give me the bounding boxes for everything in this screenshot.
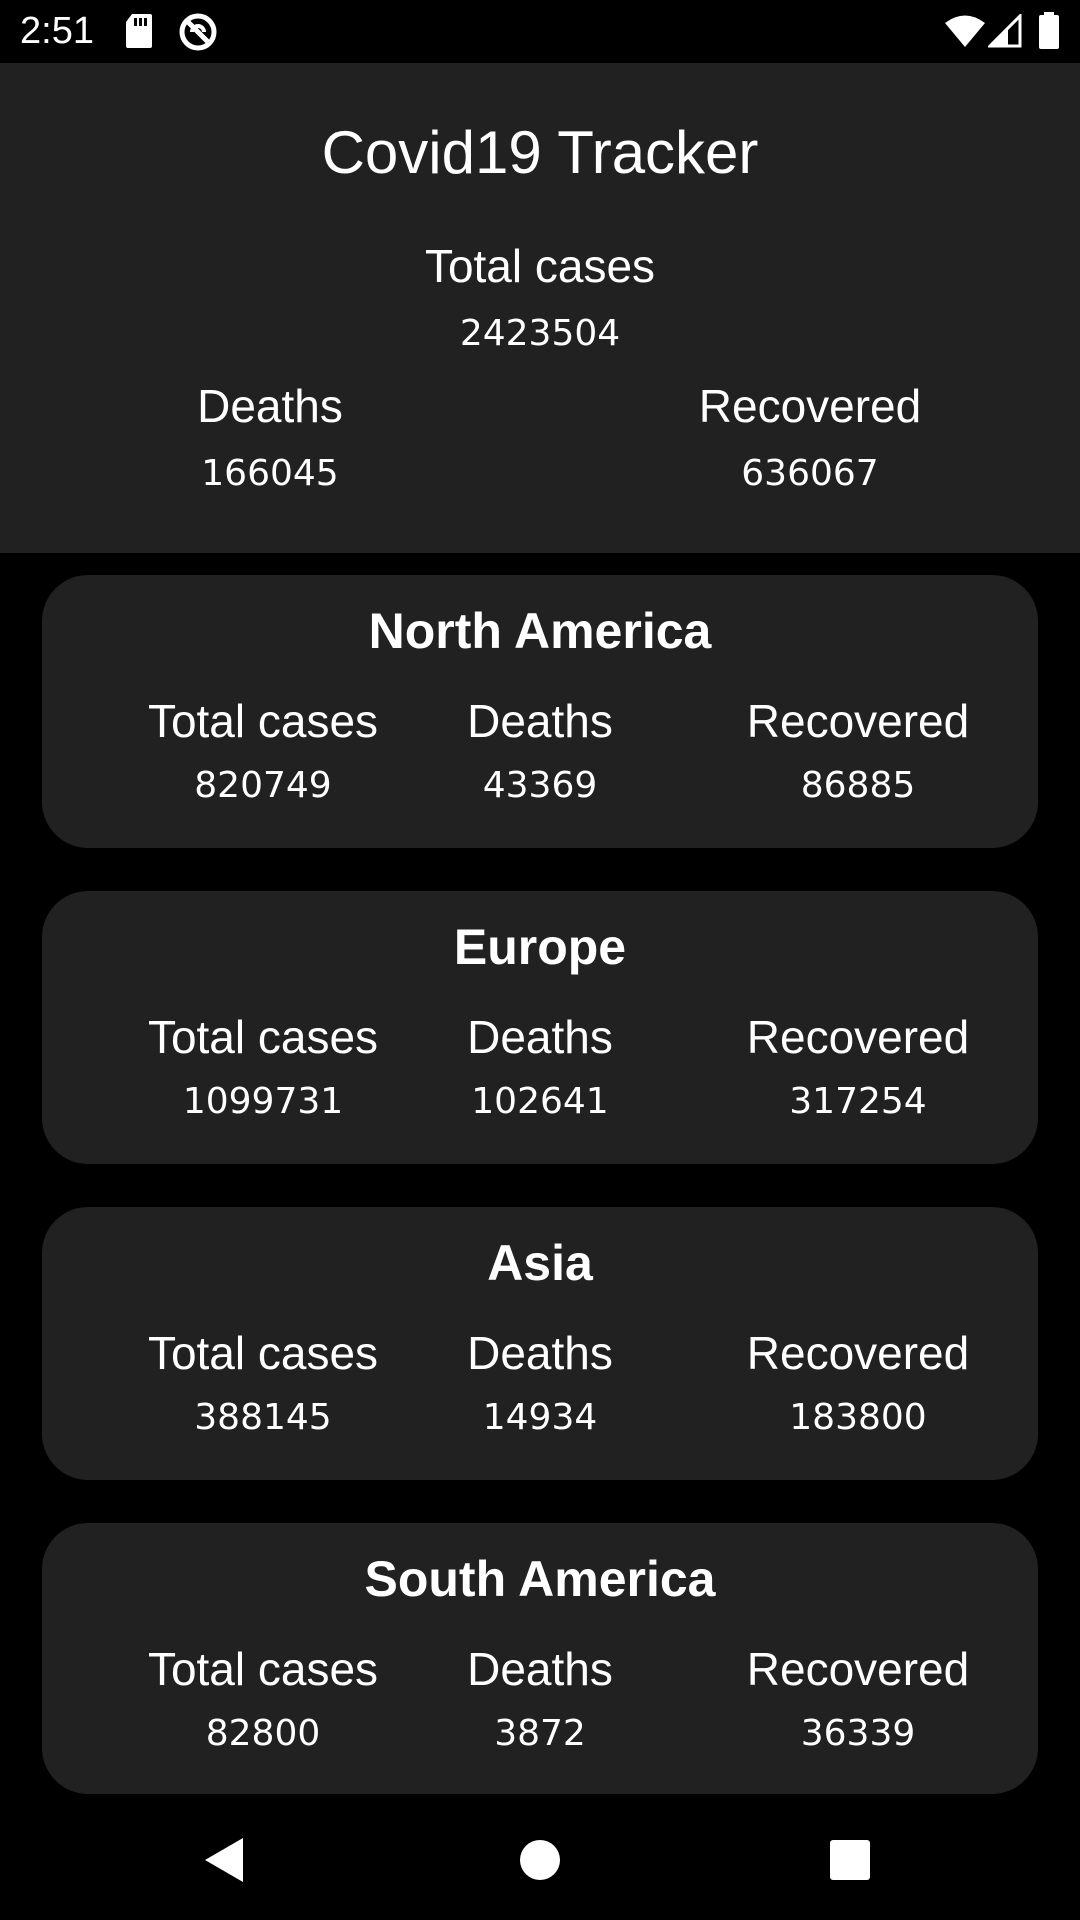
stat-label: Deaths xyxy=(467,695,613,747)
continent-card-asia[interactable]: Asia Total cases 388145 Deaths 14934 Rec… xyxy=(42,1207,1038,1480)
stat-label: Total cases xyxy=(147,1327,379,1379)
stat-label: Total cases xyxy=(147,1643,379,1695)
stat-label: Recovered xyxy=(746,1011,970,1063)
stat-recovered: Recovered 86885 xyxy=(698,575,1018,848)
stat-value: 3872 xyxy=(494,1713,586,1754)
stat-label: Recovered xyxy=(746,695,970,747)
stat-value: 102641 xyxy=(471,1081,609,1122)
stat-label: Deaths xyxy=(467,1011,613,1063)
stat-recovered: Recovered 317254 xyxy=(698,891,1018,1164)
sd-card-icon xyxy=(124,12,154,50)
stat-deaths: Deaths 14934 xyxy=(380,1207,700,1480)
stat-deaths: Deaths 43369 xyxy=(380,575,700,848)
global-total-label: Total cases xyxy=(424,240,656,292)
stat-label: Deaths xyxy=(467,1327,613,1379)
stat-total-cases: Total cases 82800 xyxy=(103,1523,423,1796)
global-summary-panel: Covid19 Tracker Total cases 2423504 Deat… xyxy=(0,63,1080,553)
stat-recovered: Recovered 183800 xyxy=(698,1207,1018,1480)
home-icon[interactable] xyxy=(510,1830,570,1890)
stat-label: Total cases xyxy=(147,1011,379,1063)
stat-total-cases: Total cases 1099731 xyxy=(103,891,423,1164)
stat-value: 36339 xyxy=(800,1713,916,1754)
stat-value: 14934 xyxy=(482,1397,598,1438)
continent-card-south-america[interactable]: South America Total cases 82800 Deaths 3… xyxy=(42,1523,1038,1794)
global-recovered-label: Recovered xyxy=(698,380,922,432)
stat-value: 388145 xyxy=(194,1397,332,1438)
battery-icon xyxy=(1038,12,1060,50)
stat-value: 1099731 xyxy=(182,1081,344,1122)
stat-label: Deaths xyxy=(467,1643,613,1695)
stat-deaths: Deaths 3872 xyxy=(380,1523,700,1796)
global-recovered-value: 636067 xyxy=(741,453,879,494)
stat-value: 317254 xyxy=(789,1081,927,1122)
stat-recovered: Recovered 36339 xyxy=(698,1523,1018,1796)
stat-total-cases: Total cases 388145 xyxy=(103,1207,423,1480)
stat-label: Total cases xyxy=(147,695,379,747)
signal-icon xyxy=(988,14,1022,52)
wifi-icon xyxy=(944,14,986,52)
stat-deaths: Deaths 102641 xyxy=(380,891,700,1164)
global-deaths-value: 166045 xyxy=(201,453,339,494)
stat-value: 82800 xyxy=(205,1713,321,1754)
stat-value: 820749 xyxy=(194,765,332,806)
continent-card-north-america[interactable]: North America Total cases 820749 Deaths … xyxy=(42,575,1038,848)
stat-label: Recovered xyxy=(746,1327,970,1379)
global-total-value: 2423504 xyxy=(459,313,621,354)
no-disturb-icon xyxy=(178,12,218,51)
back-icon[interactable] xyxy=(195,1830,255,1890)
stat-value: 43369 xyxy=(482,765,598,806)
continent-card-europe[interactable]: Europe Total cases 1099731 Deaths 102641… xyxy=(42,891,1038,1164)
stat-value: 86885 xyxy=(800,765,916,806)
status-time: 2:51 xyxy=(20,10,94,52)
app-title: Covid19 Tracker xyxy=(321,119,759,186)
status-bar: 2:51 xyxy=(0,0,1080,63)
global-deaths-label: Deaths xyxy=(197,380,343,432)
navigation-bar xyxy=(0,1800,1080,1920)
stat-total-cases: Total cases 820749 xyxy=(103,575,423,848)
stat-value: 183800 xyxy=(789,1397,927,1438)
recents-icon[interactable] xyxy=(820,1830,880,1890)
stat-label: Recovered xyxy=(746,1643,970,1695)
